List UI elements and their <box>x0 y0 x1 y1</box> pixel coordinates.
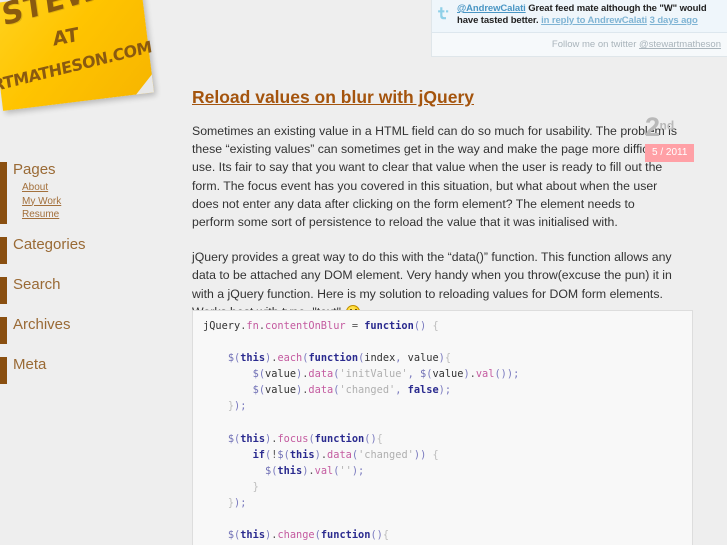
sidebar-section-categories[interactable]: Categories <box>0 235 180 264</box>
post-date-day: 2 <box>645 112 660 142</box>
code-content: jQuery.fn.contentOnBlur = function() { $… <box>203 320 520 542</box>
sidebar-title-pages: Pages <box>13 161 56 178</box>
code-block[interactable]: jQuery.fn.contentOnBlur = function() { $… <box>192 310 693 545</box>
sidebar-tab-marker <box>0 316 7 344</box>
sidebar-item-my-work[interactable]: My Work <box>22 195 180 209</box>
post-date-badge: 2nd 5 / 2011 <box>645 113 717 162</box>
sidebar-title-archives: Archives <box>13 315 71 333</box>
sidebar-section-archives[interactable]: Archives <box>0 315 180 344</box>
post-paragraph-1: Sometimes an existing value in a HTML fi… <box>192 124 678 230</box>
sidebar-tab-marker <box>0 356 7 384</box>
logo-line-1: STEW <box>0 0 101 34</box>
logo-line-2: AT <box>51 23 80 51</box>
logo-text: STEW AT RTMATHESON.COM <box>0 0 180 129</box>
twitter-follow-row: Follow me on twitter @stewartmatheson <box>432 33 727 56</box>
post-article: Reload values on blur with jQuery Someti… <box>192 86 692 338</box>
tweet-text: @AndrewCalati Great feed mate although t… <box>457 3 723 27</box>
post-date-month-year: 5 / 2011 <box>645 144 695 162</box>
sidebar-tab-marker <box>0 162 7 224</box>
page-root: @AndrewCalati Great feed mate although t… <box>0 0 727 545</box>
tweet-time-link[interactable]: 3 days ago <box>650 15 698 26</box>
sidebar-item-about[interactable]: About <box>22 181 180 195</box>
sidebar-item-resume[interactable]: Resume <box>22 208 180 222</box>
sidebar-tab-marker <box>0 236 7 264</box>
sidebar-section-meta[interactable]: Meta <box>0 355 180 384</box>
sidebar-links-pages: About My Work Resume <box>22 181 180 222</box>
tweet-reply-link[interactable]: in reply to AndrewCalati <box>541 15 647 26</box>
twitter-widget: @AndrewCalati Great feed mate although t… <box>431 0 727 57</box>
follow-prefix-label: Follow me on twitter <box>551 39 640 50</box>
tweet-mention-link[interactable]: @AndrewCalati <box>457 3 526 14</box>
follow-handle-link[interactable]: @stewartmatheson <box>639 39 721 50</box>
post-title-link[interactable]: Reload values on blur with jQuery <box>192 86 474 108</box>
post-date-ordinal: nd <box>659 118 675 133</box>
site-logo[interactable]: STEW AT RTMATHESON.COM <box>0 0 172 118</box>
sidebar: Pages About My Work Resume Categories Se… <box>0 160 180 395</box>
sidebar-section-pages: Pages About My Work Resume <box>0 160 180 224</box>
sidebar-title-search: Search <box>13 275 61 293</box>
sidebar-section-search[interactable]: Search <box>0 275 180 304</box>
tweet-item: @AndrewCalati Great feed mate although t… <box>432 0 727 33</box>
sidebar-tab-marker <box>0 276 7 304</box>
sidebar-title-categories: Categories <box>13 235 86 253</box>
twitter-bird-icon <box>436 4 454 22</box>
post-date-day-row: 2nd <box>645 113 717 141</box>
sidebar-title-meta: Meta <box>13 355 47 373</box>
post-paragraph-2-text: jQuery provides a great way to do this w… <box>192 250 672 319</box>
